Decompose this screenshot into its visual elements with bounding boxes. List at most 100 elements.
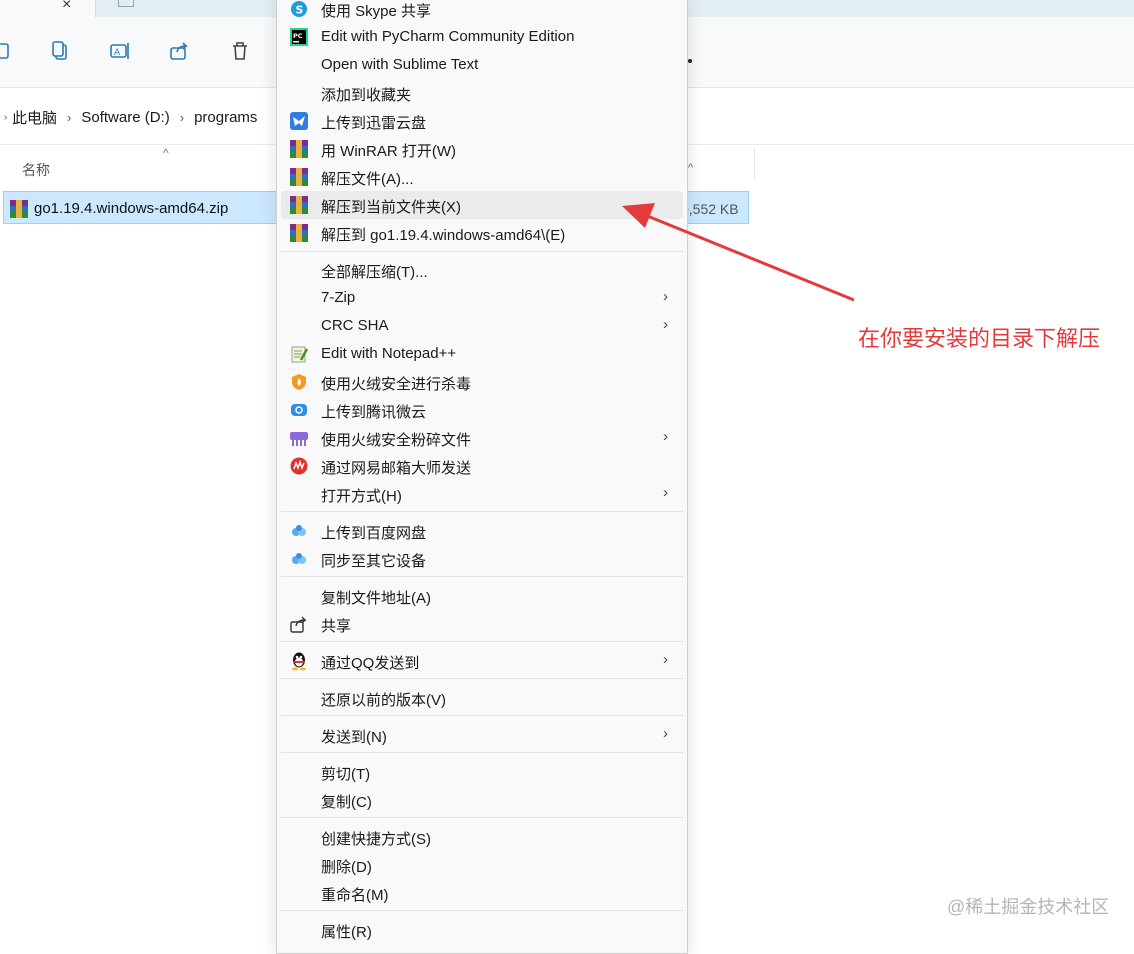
menu-item-label: 重命名(M) [321,887,389,904]
menu-item-cut[interactable]: 剪切(T) [281,758,683,786]
column-name-header[interactable]: 名称 [22,160,50,180]
menu-item-label: Edit with PyCharm Community Edition [321,28,575,45]
column-divider[interactable] [754,148,755,180]
breadcrumb-folder[interactable]: programs [190,109,261,126]
menu-item-label: 打开方式(H) [321,488,402,505]
chevron-right-icon: › [663,288,668,305]
new-tab-icon[interactable] [118,0,134,7]
file-name: go1.19.4.windows-amd64.zip [34,200,229,217]
baidu-netdisk-icon [289,521,309,541]
chevron-right-icon: › [663,428,668,445]
menu-item-rename[interactable]: 重命名(M) [281,879,683,907]
menu-item-sublime[interactable]: Open with Sublime Text [281,51,683,79]
winrar-icon [289,195,309,215]
menu-separator [281,910,683,911]
winrar-icon [289,139,309,159]
menu-item-extract-all[interactable]: 全部解压缩(T)... [281,256,683,284]
menu-item-weiyun[interactable]: 上传到腾讯微云 [281,396,683,424]
skype-icon: S [289,0,309,19]
breadcrumb: 此电脑 › Software (D:) › programs [0,107,261,128]
sort-up-icon: ^ [163,146,169,160]
menu-item-label: 上传到腾讯微云 [321,404,427,421]
delete-icon[interactable] [227,38,253,64]
menu-separator [281,251,683,252]
menu-separator [281,678,683,679]
svg-text:A: A [114,48,121,58]
menu-item-label: 使用火绒安全粉碎文件 [321,432,472,449]
menu-item-label: 7-Zip [321,289,356,306]
notepadpp-icon [289,344,309,364]
menu-item-label: 同步至其它设备 [321,553,427,570]
menu-item-label: 添加到收藏夹 [321,87,412,104]
menu-item-label: 使用 Skype 共享 [321,3,432,20]
menu-item-netease-mail[interactable]: 通过网易邮箱大师发送 [281,452,683,480]
more-options-icon[interactable] [688,59,692,63]
pycharm-icon: PC [289,27,309,47]
menu-item-restore-versions[interactable]: 还原以前的版本(V) [281,684,683,712]
context-menu: S 使用 Skype 共享 PC Edit with PyCharm Commu… [276,0,688,954]
chevron-right-icon: › [67,110,72,125]
share-icon [289,614,309,634]
menu-item-label: CRC SHA [321,317,389,334]
menu-item-crc-sha[interactable]: CRC SHA › [281,312,683,340]
menu-item-baidu-upload[interactable]: 上传到百度网盘 [281,517,683,545]
menu-separator [281,817,683,818]
menu-item-thunder-cloud[interactable]: 上传到迅雷云盘 [281,107,683,135]
winrar-icon [289,167,309,187]
menu-item-label: 用 WinRAR 打开(W) [321,143,456,160]
menu-item-label: 通过网易邮箱大师发送 [321,460,472,477]
menu-item-send-to[interactable]: 发送到(N) › [281,721,683,749]
svg-text:PC: PC [293,32,303,40]
menu-item-7zip[interactable]: 7-Zip › [281,284,683,312]
menu-item-add-favorites[interactable]: 添加到收藏夹 [281,79,683,107]
rename-icon[interactable]: A [107,38,133,64]
menu-item-label: 复制文件地址(A) [321,590,431,607]
paste-icon[interactable] [0,38,16,64]
menu-item-extract-here[interactable]: 解压到当前文件夹(X) [281,191,683,219]
shredder-icon [289,428,309,448]
close-icon[interactable]: × [62,0,71,14]
huorong-icon [289,372,309,392]
svg-text:S: S [296,4,304,17]
menu-item-qq-send[interactable]: 通过QQ发送到 › [281,647,683,675]
chevron-right-icon: › [179,110,185,125]
menu-item-notepadpp[interactable]: Edit with Notepad++ [281,340,683,368]
menu-item-label: 复制(C) [321,794,372,811]
menu-item-sync-devices[interactable]: 同步至其它设备 [281,545,683,573]
menu-item-label: Open with Sublime Text [321,56,479,73]
menu-item-extract-to-folder[interactable]: 解压到 go1.19.4.windows-amd64\(E) [281,219,683,247]
qq-icon [289,651,309,671]
menu-item-huorong-scan[interactable]: 使用火绒安全进行杀毒 [281,368,683,396]
menu-item-copy[interactable]: 复制(C) [281,786,683,814]
menu-item-share[interactable]: 共享 [281,610,683,638]
menu-item-label: 解压文件(A)... [321,171,414,188]
menu-item-open-with[interactable]: 打开方式(H) › [281,480,683,508]
netease-mail-icon [289,456,309,476]
menu-item-label: 上传到百度网盘 [321,525,427,542]
winrar-icon [289,223,309,243]
menu-item-label: 通过QQ发送到 [321,655,420,672]
chevron-right-icon: › [663,725,668,742]
menu-item-create-shortcut[interactable]: 创建快捷方式(S) [281,823,683,851]
menu-item-open-winrar[interactable]: 用 WinRAR 打开(W) [281,135,683,163]
breadcrumb-this-pc[interactable]: 此电脑 [0,107,61,128]
menu-item-pycharm[interactable]: PC Edit with PyCharm Community Edition [281,23,683,51]
menu-item-label: 上传到迅雷云盘 [321,115,427,132]
menu-separator [281,641,683,642]
menu-item-label: 剪切(T) [321,766,371,783]
menu-item-extract-files[interactable]: 解压文件(A)... [281,163,683,191]
sort-caret-icon: ^ [688,162,694,174]
menu-item-label: 使用火绒安全进行杀毒 [321,376,472,393]
menu-item-skype-share[interactable]: S 使用 Skype 共享 [281,0,683,23]
menu-item-label: 发送到(N) [321,729,387,746]
breadcrumb-drive[interactable]: Software (D:) [77,109,173,126]
menu-item-label: 全部解压缩(T)... [321,264,428,281]
menu-item-delete[interactable]: 删除(D) [281,851,683,879]
copy-icon[interactable] [47,38,73,64]
menu-item-copy-path[interactable]: 复制文件地址(A) [281,582,683,610]
menu-item-huorong-shred[interactable]: 使用火绒安全粉碎文件 › [281,424,683,452]
menu-item-label: 解压到 go1.19.4.windows-amd64\(E) [321,227,566,244]
menu-separator [281,511,683,512]
explorer-tab[interactable]: × [0,0,96,17]
share-icon[interactable] [167,38,193,64]
